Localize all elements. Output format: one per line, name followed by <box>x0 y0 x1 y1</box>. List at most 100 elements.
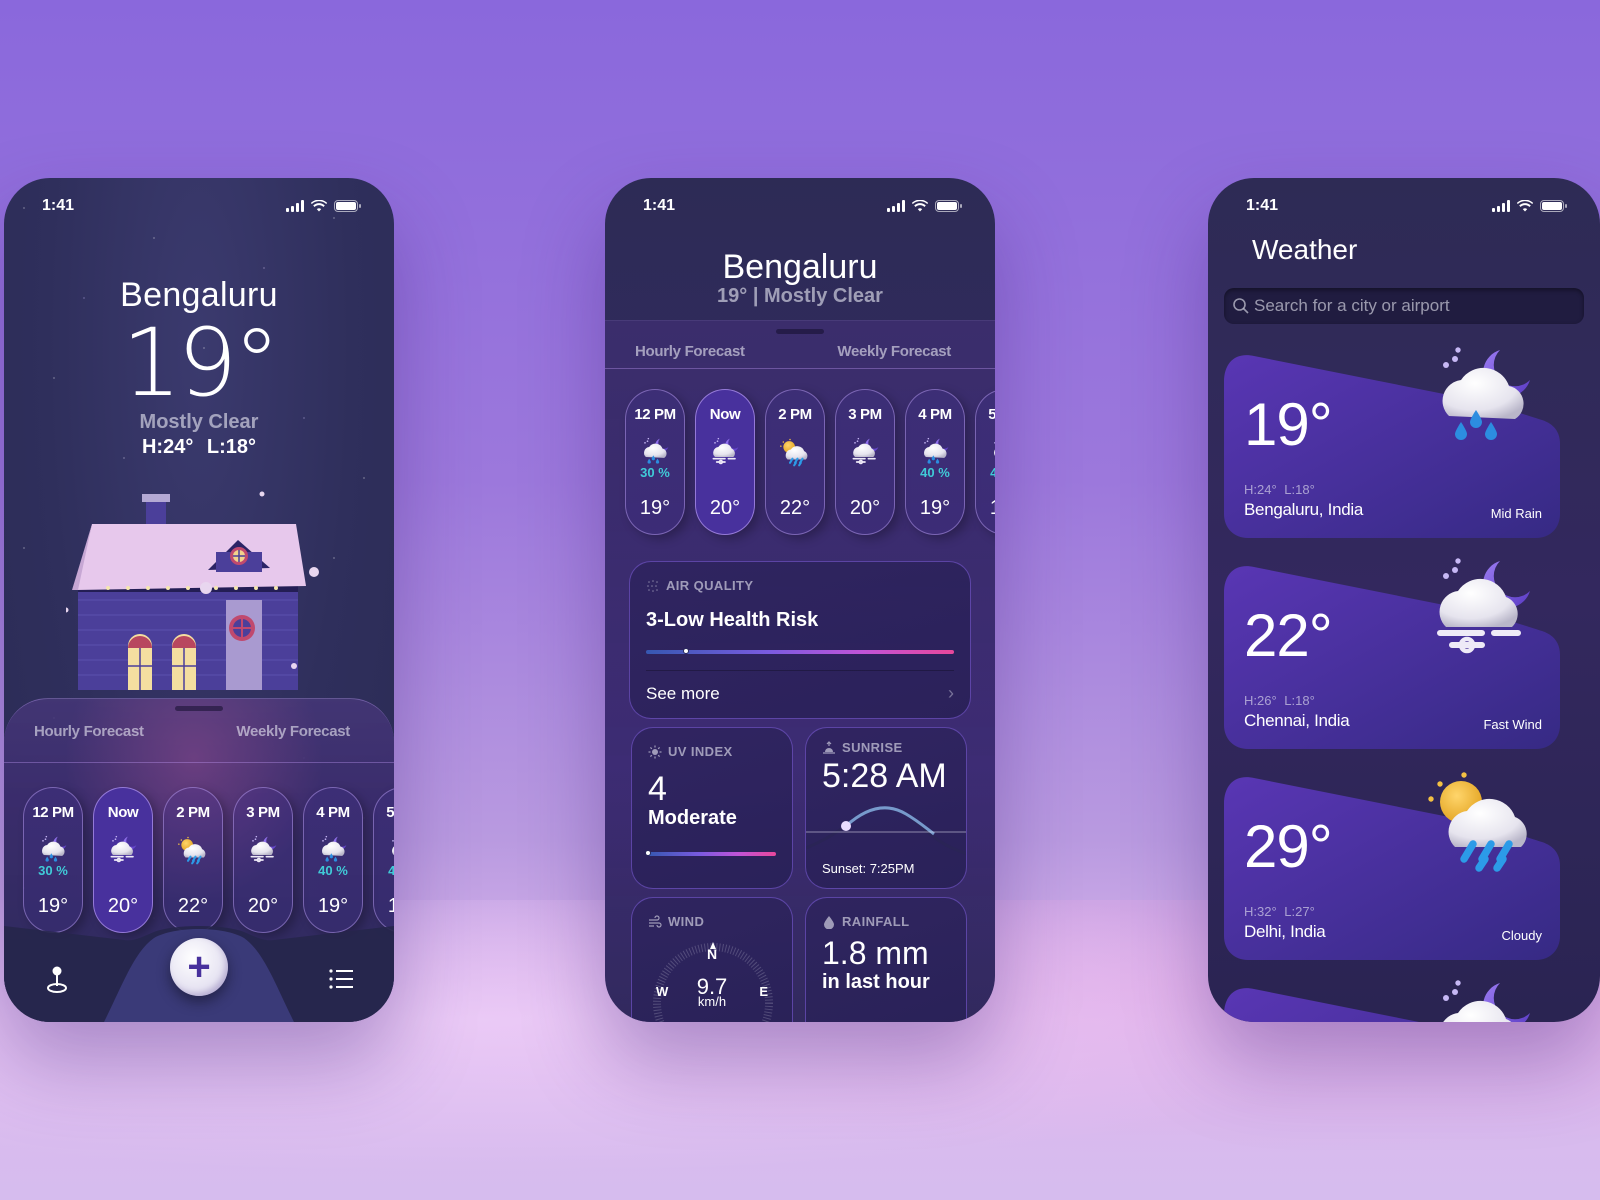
hourly-item[interactable]: 2 PM 22° <box>163 787 223 933</box>
hour-time: 5 PM <box>988 406 995 423</box>
hour-temperature: 20° <box>709 497 741 519</box>
status-bar: 1:41 <box>4 194 394 218</box>
compass-north: N <box>706 946 718 962</box>
hour-temperature: 19° <box>639 497 671 519</box>
cloud-moon-rain-icon <box>638 437 672 467</box>
wifi-icon <box>1517 200 1533 212</box>
hour-temperature: 20° <box>247 895 279 917</box>
status-bar: 1:41 <box>1208 194 1600 218</box>
list-icon[interactable] <box>328 968 354 990</box>
hour-temperature: 19° <box>387 895 394 917</box>
tab-weekly-forecast[interactable]: Weekly Forecast <box>837 343 951 368</box>
hourly-item[interactable]: 5 PM 40 % 19° <box>975 389 995 535</box>
air-quality-bar <box>646 648 954 654</box>
compass-west: W <box>656 984 669 999</box>
city-temperature: 22° <box>1244 602 1333 669</box>
search-bar[interactable] <box>1224 288 1584 324</box>
hour-time: 2 PM <box>778 406 812 423</box>
hour-time: 4 PM <box>316 804 350 821</box>
rainfall-card[interactable]: RAINFALL 1.8 mm in last hour <box>805 897 967 1022</box>
sheet-handle[interactable] <box>776 329 824 334</box>
hour-temperature: 19° <box>990 497 995 520</box>
city-name: Bengaluru, India <box>1244 500 1364 519</box>
search-input[interactable] <box>1254 296 1584 316</box>
hour-time: 2 PM <box>176 804 210 821</box>
battery-icon <box>334 200 361 212</box>
hour-temperature: 19° <box>317 895 349 917</box>
hour-time: 5 PM <box>386 804 394 821</box>
cloud-moon-rain-icon <box>316 835 350 865</box>
wind-card[interactable]: WIND N 9.7 km/h W E <box>631 897 793 1022</box>
sunrise-icon <box>823 740 835 754</box>
hour-time: 12 PM <box>634 406 676 423</box>
forecast-tabs: Hourly Forecast Weekly Forecast <box>4 723 394 763</box>
city-name: Chennai, India <box>1244 711 1350 730</box>
current-weather: Bengaluru 19° Mostly Clear H:24° L:18° <box>4 276 394 459</box>
hour-time: Now <box>107 804 139 821</box>
city-card[interactable]: 22° H:26° L:18° Chennai, India Fast Wind <box>1224 565 1560 749</box>
house-illustration <box>66 491 319 690</box>
hourly-item[interactable]: 4 PM 40 % 19° <box>303 787 363 933</box>
tab-hourly-forecast[interactable]: Hourly Forecast <box>635 343 745 368</box>
add-city-button[interactable]: + <box>170 938 228 996</box>
hourly-item[interactable]: 12 PM 30 % 19° <box>625 389 685 535</box>
sunrise-label: SUNRISE <box>822 740 950 755</box>
city-high-low: H:32° L:27° <box>1244 904 1315 919</box>
hour-time: 12 PM <box>32 804 74 821</box>
cloud-moon-rain-icon <box>918 437 952 467</box>
air-quality-label: AIR QUALITY <box>646 578 954 593</box>
hourly-item[interactable]: Now 20° <box>93 787 153 933</box>
signal-icon <box>1492 200 1510 212</box>
uv-index-card[interactable]: UV INDEX 4 Moderate <box>631 727 793 889</box>
sun-position-dot <box>841 821 851 831</box>
hourly-item[interactable]: 3 PM 20° <box>835 389 895 535</box>
home-screen: 1:41 Bengaluru 19° Mostly Clear H:24° L:… <box>4 178 394 1022</box>
cloud-moon-rain-icon <box>988 437 995 467</box>
hour-time: 3 PM <box>848 406 882 423</box>
chevron-right-icon: › <box>948 683 954 703</box>
signal-icon <box>887 200 905 212</box>
cloud-moon-rain-icon <box>36 835 70 865</box>
see-more-link[interactable]: See more › <box>646 683 954 704</box>
air-quality-card[interactable]: AIR QUALITY 3-Low Health Risk See more › <box>629 561 971 719</box>
compass-east: E <box>759 984 768 999</box>
hourly-item[interactable]: Now 20° <box>695 389 755 535</box>
raindrop-icon <box>824 915 834 929</box>
cloud-sun-rain-icon <box>778 437 812 467</box>
hourly-item[interactable]: 5 PM 40 % 19° <box>373 787 394 933</box>
hourly-item[interactable]: 2 PM 22° <box>765 389 825 535</box>
cloud-moon-rain-icon <box>386 835 394 865</box>
high-low: H:24° L:18° <box>141 436 257 458</box>
hourly-list: 12 PM 30 % 19° Now 20° 2 PM 22° 3 PM 20° 4 PM 40 %… <box>23 787 394 933</box>
city-card[interactable]: 29° H:32° L:27° Delhi, India Cloudy <box>1224 776 1560 960</box>
hourly-item[interactable]: 3 PM 20° <box>233 787 293 933</box>
forecast-tabs: Hourly Forecast Weekly Forecast <box>605 343 995 369</box>
sunrise-time: 5:28 AM <box>822 757 947 795</box>
city-card-partial[interactable] <box>1224 987 1560 1022</box>
status-bar: 1:41 <box>605 194 995 218</box>
tab-bar: + <box>4 926 394 1022</box>
sunset-time: Sunset: 7:25PM <box>822 861 915 876</box>
city-condition: Fast Wind <box>1483 717 1542 732</box>
uv-index-label: UV INDEX <box>648 744 776 759</box>
city-card[interactable]: 19° H:24° L:18° Bengaluru, India Mid Rain <box>1224 354 1560 538</box>
wifi-icon <box>912 200 928 212</box>
city-list-screen: 1:41 Weather 19° H:24° L:18° Bengaluru, In… <box>1208 178 1600 1022</box>
location-pin-icon[interactable] <box>44 964 70 994</box>
rainfall-label: RAINFALL <box>822 914 950 929</box>
tab-hourly-forecast[interactable]: Hourly Forecast <box>34 723 144 762</box>
hourly-item[interactable]: 4 PM 40 % 19° <box>905 389 965 535</box>
cloud-moon-wind-icon <box>246 835 280 865</box>
hourly-item[interactable]: 12 PM 30 % 19° <box>23 787 83 933</box>
details-screen: 1:41 Bengaluru 19° | Mostly Clear Hourly… <box>605 178 995 1022</box>
sun-path-graph <box>806 806 966 855</box>
battery-icon <box>1540 200 1567 212</box>
sunrise-card[interactable]: SUNRISE 5:28 AM Sunset: 7:25PM <box>805 727 967 889</box>
precipitation-chance: 30 % <box>640 465 670 480</box>
city-condition: Cloudy <box>1501 928 1542 943</box>
details-header: Bengaluru 19° | Mostly Clear <box>605 248 995 308</box>
tab-weekly-forecast[interactable]: Weekly Forecast <box>236 723 350 762</box>
hour-time: 4 PM <box>918 406 952 423</box>
battery-icon <box>935 200 962 212</box>
sheet-handle[interactable] <box>175 706 223 711</box>
